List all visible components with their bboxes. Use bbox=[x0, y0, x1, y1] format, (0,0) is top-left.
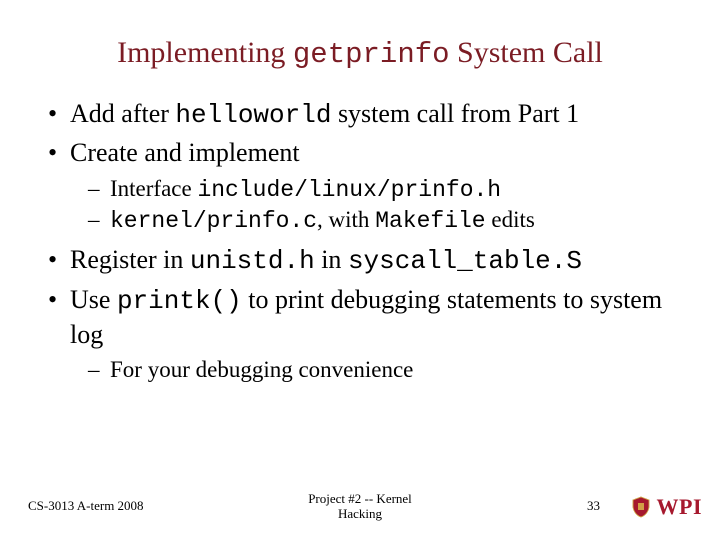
bullet-4-sub-1: For your debugging convenience bbox=[88, 355, 684, 385]
bullet-1: Add after helloworld system call from Pa… bbox=[44, 97, 684, 132]
slide: Implementing getprinfo System Call Add a… bbox=[0, 0, 720, 540]
b1-pre: Add after bbox=[70, 99, 175, 128]
b3-code1: unistd.h bbox=[190, 246, 315, 276]
bullet-4: Use printk() to print debugging statemen… bbox=[44, 283, 684, 385]
bullet-2-sub-1: Interface include/linux/prinfo.h bbox=[88, 174, 684, 206]
wpi-logo: WPI bbox=[629, 494, 703, 520]
title-code: getprinfo bbox=[293, 38, 450, 71]
b3-pre: Register in bbox=[70, 245, 190, 274]
b2s1-code: include/linux/prinfo.h bbox=[197, 177, 501, 203]
b2s2-mid: , with bbox=[317, 207, 375, 232]
footer: CS-3013 A-term 2008 Project #2 -- Kernel… bbox=[0, 486, 720, 526]
b1-code: helloworld bbox=[175, 100, 331, 130]
b4-pre: Use bbox=[70, 285, 117, 314]
footer-left: CS-3013 A-term 2008 bbox=[28, 498, 144, 514]
b2s1-pre: Interface bbox=[110, 176, 197, 201]
b1-post: system call from Part 1 bbox=[331, 99, 579, 128]
bullet-2-sublist: Interface include/linux/prinfo.h kernel/… bbox=[88, 174, 684, 238]
b4s1-text: For your debugging convenience bbox=[110, 357, 413, 382]
slide-title: Implementing getprinfo System Call bbox=[36, 36, 684, 71]
b2-text: Create and implement bbox=[70, 138, 300, 167]
page-number: 33 bbox=[587, 498, 600, 514]
shield-icon bbox=[629, 495, 653, 519]
footer-center: Project #2 -- Kernel Hacking bbox=[308, 491, 412, 522]
b4-code: printk() bbox=[117, 286, 242, 316]
bullet-2: Create and implement Interface include/l… bbox=[44, 136, 684, 237]
b2s2-post: edits bbox=[486, 207, 535, 232]
b2s2-code2: Makefile bbox=[375, 208, 485, 234]
bullet-4-sublist: For your debugging convenience bbox=[88, 355, 684, 385]
title-pre: Implementing bbox=[117, 36, 293, 69]
b2s2-code1: kernel/prinfo.c bbox=[110, 208, 317, 234]
bullet-2-sub-2: kernel/prinfo.c, with Makefile edits bbox=[88, 205, 684, 237]
title-post: System Call bbox=[450, 36, 603, 69]
b3-code2: syscall_table.S bbox=[348, 246, 582, 276]
bullet-3: Register in unistd.h in syscall_table.S bbox=[44, 243, 684, 278]
b3-mid: in bbox=[315, 245, 348, 274]
logo-text: WPI bbox=[657, 494, 703, 520]
bullet-list: Add after helloworld system call from Pa… bbox=[44, 97, 684, 385]
